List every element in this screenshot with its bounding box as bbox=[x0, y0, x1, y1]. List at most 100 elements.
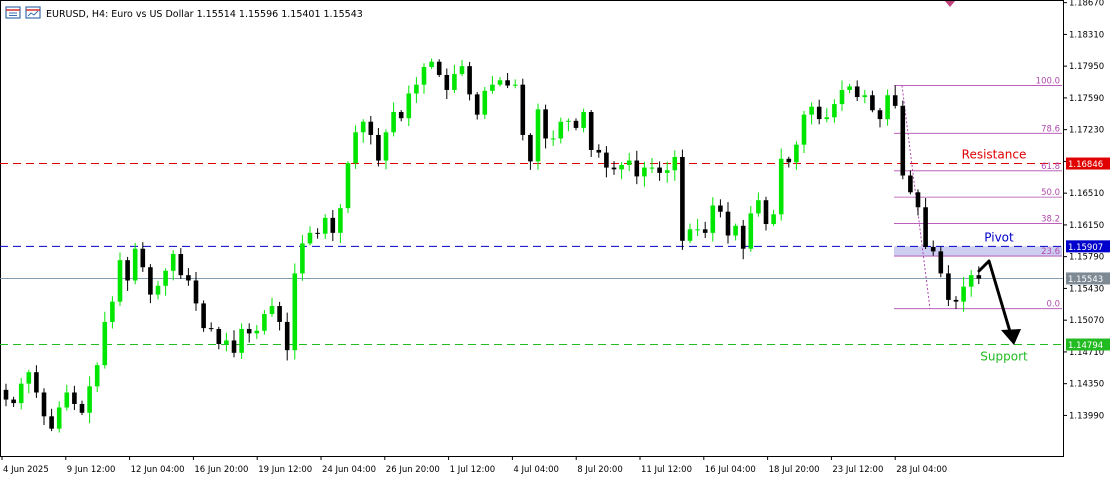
y-tick-label: 1.15790 bbox=[1069, 253, 1104, 263]
candle-body bbox=[140, 248, 146, 268]
y-tick-label: 1.14350 bbox=[1069, 380, 1104, 390]
candle-body bbox=[102, 321, 108, 366]
candle-body bbox=[300, 243, 305, 274]
candle-body bbox=[155, 285, 161, 295]
x-tick-label: 16 Jul 04:00 bbox=[705, 465, 756, 475]
candle-body bbox=[885, 95, 890, 120]
candle bbox=[292, 263, 298, 360]
candle-body bbox=[862, 95, 868, 98]
candle-body bbox=[474, 94, 480, 115]
plot-area[interactable] bbox=[0, 0, 1064, 457]
candle-body bbox=[201, 303, 206, 329]
candle-body bbox=[482, 90, 488, 115]
candle-body bbox=[307, 232, 313, 244]
candle-body bbox=[634, 160, 640, 177]
candle-body bbox=[512, 84, 518, 86]
y-tick-label: 1.15070 bbox=[1069, 316, 1104, 326]
candle-body bbox=[672, 156, 678, 171]
candle-body bbox=[854, 86, 860, 98]
chart-window[interactable]: 100.0 78.6 61.8 50.0 38.2 23.6 0.0 1.18670 1.18… bbox=[0, 0, 1118, 482]
x-tick-label: 23 Jul 12:00 bbox=[832, 465, 883, 475]
support-label: Support bbox=[980, 350, 1028, 364]
candle-body bbox=[778, 158, 784, 215]
indicator-list-icon[interactable] bbox=[25, 6, 41, 19]
candle-body bbox=[383, 132, 389, 161]
candle-body bbox=[459, 66, 465, 75]
candle bbox=[132, 243, 138, 285]
candle-body bbox=[953, 299, 959, 302]
candle-body bbox=[566, 120, 571, 122]
candle bbox=[520, 78, 526, 141]
candle-body bbox=[110, 301, 115, 322]
candle-body bbox=[11, 399, 16, 404]
fib-level-label: 50.0 bbox=[1041, 188, 1060, 198]
candle-body bbox=[148, 267, 153, 295]
candle-body bbox=[269, 306, 275, 314]
candle-body bbox=[816, 106, 822, 120]
x-tick-label: 4 Jul 04:00 bbox=[513, 465, 559, 475]
candle-body bbox=[292, 273, 298, 351]
candle-body bbox=[322, 217, 328, 234]
candle-body bbox=[94, 365, 100, 387]
candle-body bbox=[725, 211, 731, 236]
candle-body bbox=[216, 328, 222, 344]
candle-body bbox=[892, 95, 898, 106]
candle bbox=[482, 87, 488, 120]
candle-body bbox=[611, 167, 617, 170]
candle-body bbox=[870, 95, 875, 111]
candle-body bbox=[497, 80, 503, 85]
candle-body bbox=[170, 254, 176, 271]
y-tick-label: 1.17230 bbox=[1069, 126, 1104, 136]
candle-body bbox=[125, 260, 130, 281]
fib-level-label: 23.6 bbox=[1041, 247, 1060, 257]
candle-body bbox=[72, 392, 77, 404]
symbol-info-text: EURUSD, H4: Euro vs US Dollar 1.15514 1.… bbox=[46, 9, 363, 20]
candle-body bbox=[961, 286, 966, 302]
x-tick-label: 9 Jun 12:00 bbox=[67, 465, 116, 475]
price-chart[interactable]: 100.0 78.6 61.8 50.0 38.2 23.6 0.0 1.18670 1.18… bbox=[0, 0, 1118, 482]
candle-body bbox=[809, 106, 814, 115]
candle-body bbox=[3, 389, 9, 400]
candle-body bbox=[163, 270, 168, 286]
x-tick-label: 19 Jun 12:00 bbox=[258, 465, 312, 475]
current-price-badge-label: 1.15543 bbox=[1068, 275, 1103, 285]
candle-body bbox=[444, 74, 450, 90]
pivot-label: Pivot bbox=[984, 230, 1014, 244]
symbol-header: EURUSD, H4: Euro vs US Dollar 1.15514 1.… bbox=[5, 6, 363, 20]
y-tick-label: 1.16150 bbox=[1069, 221, 1104, 231]
candle-body bbox=[900, 105, 906, 176]
candle bbox=[201, 300, 206, 332]
candle-body bbox=[832, 104, 837, 118]
candle bbox=[900, 100, 906, 180]
candle-body bbox=[391, 112, 396, 133]
candle-body bbox=[186, 275, 191, 281]
candle-body bbox=[56, 407, 62, 429]
candle-body bbox=[596, 149, 602, 153]
x-tick-label: 1 Jul 12:00 bbox=[450, 465, 496, 475]
y-tick-label: 1.13990 bbox=[1069, 411, 1104, 421]
candle-body bbox=[49, 416, 54, 429]
candle-body bbox=[923, 207, 928, 247]
x-tick-label: 18 Jul 20:00 bbox=[769, 465, 820, 475]
fib-level-label: 0.0 bbox=[1046, 300, 1060, 310]
candle-body bbox=[702, 229, 708, 233]
candle-body bbox=[18, 383, 24, 404]
candle-body bbox=[254, 330, 260, 334]
candle-body bbox=[664, 170, 670, 173]
candle-body bbox=[946, 273, 951, 300]
candle-body bbox=[398, 112, 404, 119]
candle-body bbox=[262, 313, 267, 331]
candle-body bbox=[695, 229, 700, 231]
candle-body bbox=[626, 160, 632, 165]
candle-body bbox=[208, 328, 214, 330]
candle-body bbox=[915, 192, 921, 208]
candle-body bbox=[680, 156, 685, 241]
candle-body bbox=[938, 251, 944, 274]
y-tick-label: 1.17590 bbox=[1069, 94, 1104, 104]
candle-body bbox=[528, 134, 533, 162]
resistance-price-badge-label: 1.16846 bbox=[1068, 160, 1103, 170]
candle-body bbox=[558, 121, 564, 139]
candle-body bbox=[368, 121, 374, 135]
x-tick-label: 8 Jul 20:00 bbox=[577, 465, 623, 475]
candle-body bbox=[345, 163, 351, 209]
